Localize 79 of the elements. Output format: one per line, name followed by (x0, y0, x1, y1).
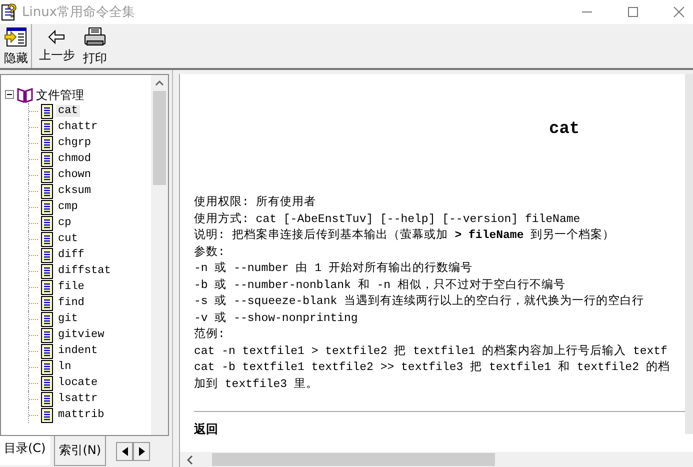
tree-item[interactable]: lsattr (56, 393, 100, 405)
tree-item[interactable]: gitview (56, 329, 106, 341)
tree-item[interactable]: 文件管理 (36, 86, 84, 104)
scrollbar[interactable] (151, 75, 168, 435)
tree-item[interactable]: git (56, 313, 80, 325)
tree-item[interactable]: chgrp (56, 137, 94, 149)
scroll-thumb[interactable] (153, 91, 166, 185)
scroll-thumb[interactable] (212, 453, 495, 466)
tree-item[interactable]: locate (56, 377, 100, 389)
toolbar-button[interactable]: 隐藏 (0, 24, 32, 68)
tree-item[interactable]: chmod (56, 153, 94, 165)
document-icon (41, 184, 53, 198)
tree-item[interactable]: diffstat (56, 265, 113, 277)
text-line: 说明: 把档案串连接后传到基本输出（萤幕或加 > fileName 到另一个档案） (194, 228, 616, 244)
tree-item[interactable]: chattr (56, 121, 100, 133)
document-icon (41, 152, 53, 166)
text-line: -n 或 --number 由 1 开始对所有输出的行数编号 (194, 261, 474, 277)
document-icon (41, 344, 53, 358)
document-icon (41, 360, 53, 374)
document-icon (41, 376, 53, 390)
collapse-toggle[interactable] (5, 88, 14, 102)
text-line: -v 或 --show-nonprinting (194, 310, 359, 326)
text-line: 使用方式: cat [-AbeEnstTuv] [--help] [--version] fileName (194, 212, 582, 228)
document-icon (41, 408, 53, 422)
tree-item[interactable]: find (56, 297, 86, 309)
toolbar-button[interactable]: 打印 (79, 24, 111, 68)
text-line: 使用权限: 所有使用者 (194, 195, 317, 211)
maximize-icon[interactable] (627, 6, 639, 18)
text-line: cat -n textfile1 > textfile2 把 textfile1 的档案内容加上行号后输入 textf (194, 344, 668, 360)
vertical-scrollbar[interactable] (685, 74, 693, 434)
back-link[interactable]: 返回 (194, 421, 218, 438)
tab[interactable]: 目录(C) (0, 436, 50, 465)
tree-item[interactable]: cmp (56, 201, 80, 213)
tree-item[interactable]: file (56, 281, 86, 293)
scroll-right-button[interactable] (133, 442, 150, 461)
text-line: -b 或 --number-nonblank 和 -n 相似，只不过对于空白行不编号 (194, 278, 566, 294)
document-icon (41, 216, 53, 230)
document-icon (41, 200, 53, 214)
document-icon (41, 104, 53, 118)
document-icon (41, 264, 53, 278)
close-icon[interactable] (673, 6, 685, 18)
toolbar-button[interactable]: 上一步 (35, 24, 79, 68)
tab[interactable]: 索引(N) (54, 436, 106, 466)
tree-item[interactable]: chown (56, 169, 94, 181)
scroll-left-button[interactable] (116, 442, 134, 461)
printer-icon (83, 26, 107, 48)
tree-item[interactable]: cp (56, 217, 74, 229)
document-icon (41, 248, 53, 262)
tree-item[interactable]: indent (56, 345, 100, 357)
text-line: -s 或 --squeeze-blank 当遇到有连续两行以上的空白行，就代换为一行的空白行 (194, 294, 646, 310)
hide-pane-icon (4, 26, 28, 48)
scroll-up-icon[interactable] (155, 80, 164, 86)
left-triangle-icon (122, 447, 128, 456)
document-icon (41, 120, 53, 134)
document-icon (41, 168, 53, 182)
text-line: 范例: (194, 327, 226, 343)
horizontal-scrollbar[interactable] (180, 452, 693, 467)
tree-item[interactable]: cut (56, 233, 80, 245)
open-book-icon (17, 87, 33, 103)
right-triangle-icon (138, 447, 145, 456)
tree-item[interactable]: diff (56, 249, 86, 261)
document-icon (41, 328, 53, 342)
tree-item[interactable]: ln (56, 361, 74, 373)
document-icon (41, 136, 53, 150)
document-icon (41, 312, 53, 326)
tree-item[interactable]: mattrib (56, 409, 106, 421)
page-heading: cat (548, 120, 581, 139)
text-line: cat -b textfile1 textfile2 >> textfile3 把 textfile1 和 textfile2 的档 (194, 360, 671, 376)
document-icon (41, 392, 53, 406)
back-arrow-icon (47, 28, 67, 44)
scroll-left-icon[interactable] (187, 454, 193, 464)
window-title: Linux常用命令全集 (22, 4, 136, 21)
tree-item[interactable]: cksum (56, 185, 94, 197)
document-icon (41, 280, 53, 294)
text-line: 参数: (194, 244, 226, 260)
tree-item[interactable]: cat (56, 105, 80, 117)
document-icon (41, 296, 53, 310)
text-line: 加到 textfile3 里。 (194, 376, 319, 392)
document-icon (41, 232, 53, 246)
